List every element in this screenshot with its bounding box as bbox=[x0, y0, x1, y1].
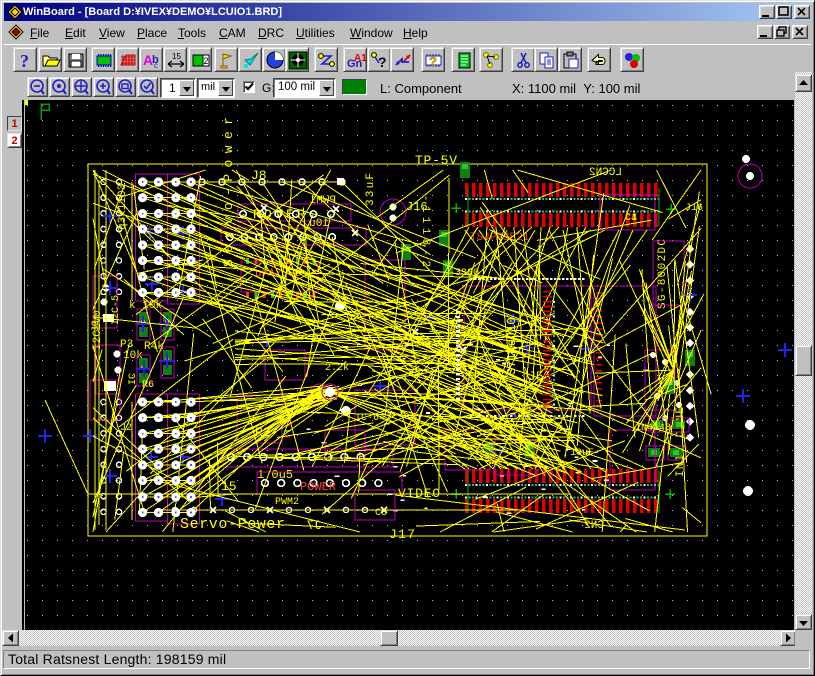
svg-text:c: c bbox=[154, 61, 158, 70]
svg-text:PWM2: PWM2 bbox=[275, 497, 299, 508]
svg-text:15: 15 bbox=[172, 52, 181, 61]
svg-text:10u: 10u bbox=[309, 218, 329, 230]
svg-text:?: ? bbox=[20, 51, 29, 70]
svg-text:POWER: POWER bbox=[300, 480, 336, 494]
svg-text:S71KeJ10: S71KeJ10 bbox=[505, 317, 519, 375]
svg-text:J17: J17 bbox=[389, 527, 415, 542]
svg-text:J2: J2 bbox=[91, 320, 102, 332]
svg-text:R6: R6 bbox=[142, 380, 154, 391]
svg-text:SG-8002DC: SG-8002DC bbox=[657, 239, 669, 309]
svg-text:CN2: CN2 bbox=[584, 520, 604, 532]
svg-text:TP-5V: TP-5V bbox=[415, 153, 457, 168]
svg-text:?: ? bbox=[378, 54, 387, 70]
svg-text:J8: J8 bbox=[251, 168, 267, 183]
svg-text:I2C-5: I2C-5 bbox=[111, 295, 122, 325]
svg-text:?: ? bbox=[429, 54, 437, 69]
svg-text:q3k1103: q3k1103 bbox=[117, 184, 129, 230]
svg-text:A1.: A1. bbox=[354, 53, 366, 64]
svg-text:2: 2 bbox=[204, 56, 209, 66]
svg-text:C3: C3 bbox=[375, 508, 387, 519]
